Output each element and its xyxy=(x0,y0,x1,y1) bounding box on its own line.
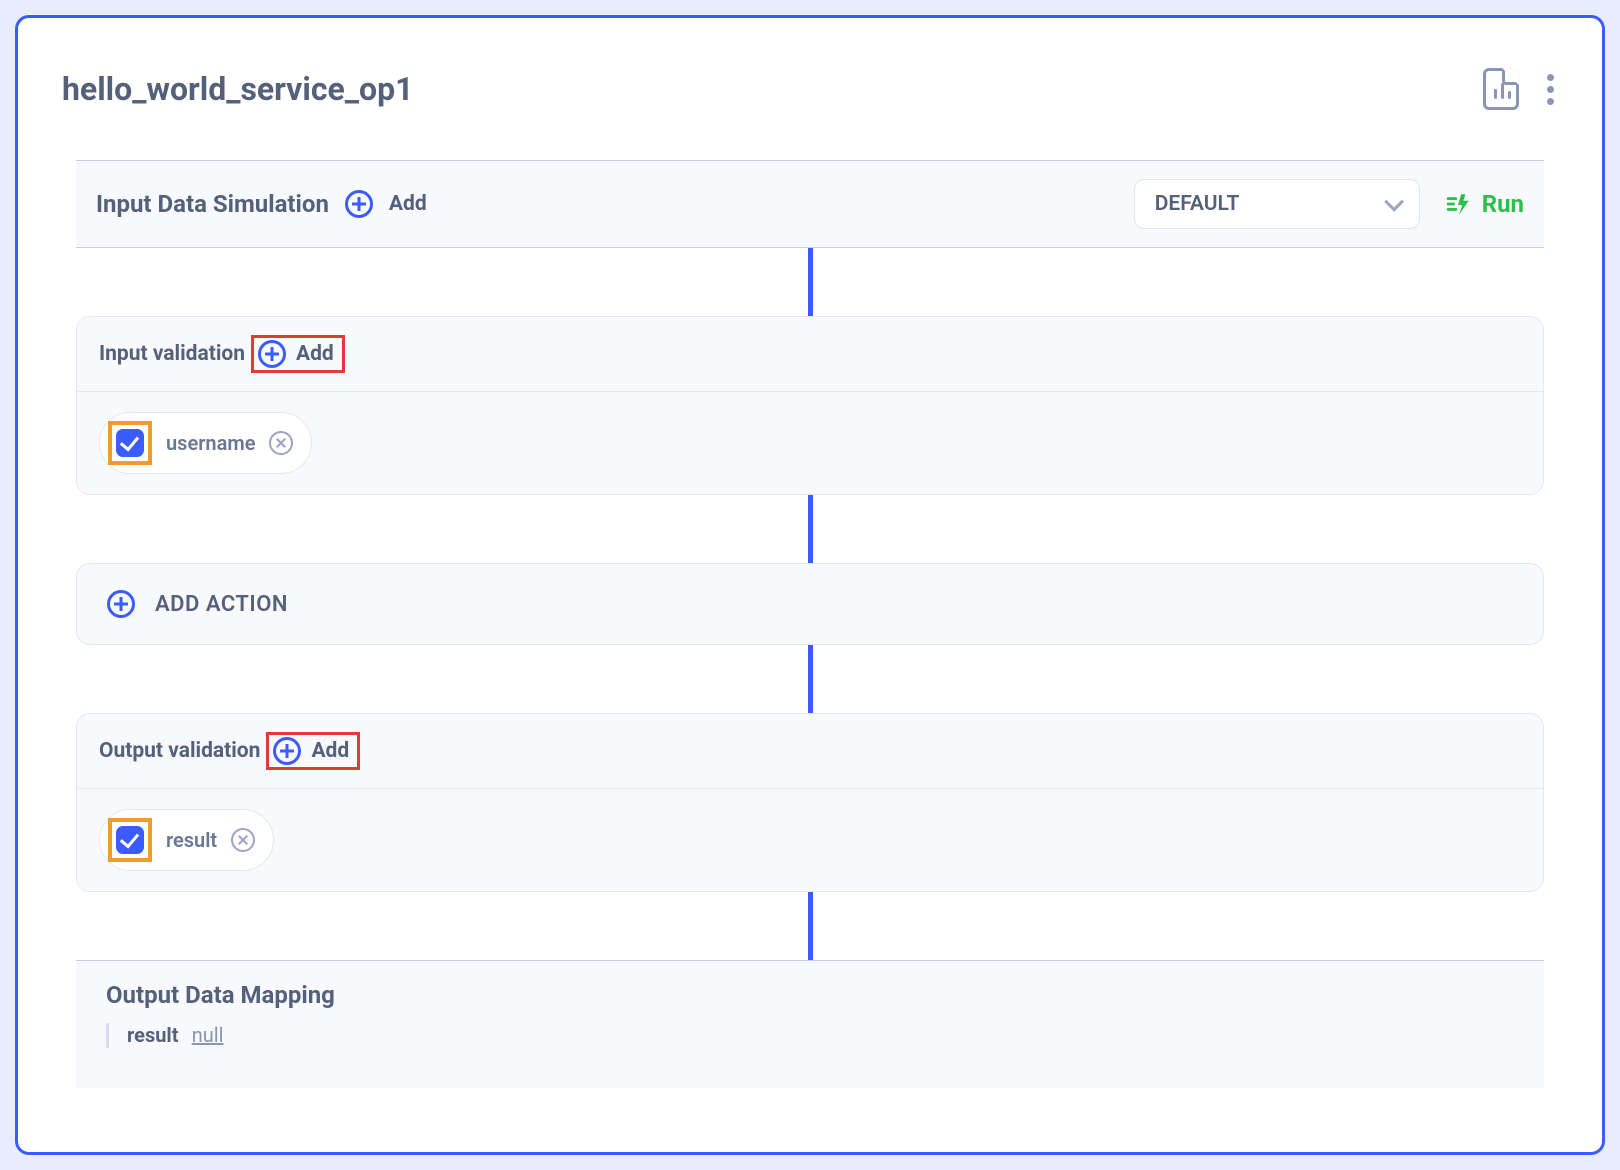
input-validation-header: Input validation Add xyxy=(77,317,1543,392)
kebab-menu-icon[interactable] xyxy=(1543,70,1558,109)
plus-icon xyxy=(107,590,135,618)
output-validation-add-label[interactable]: Add xyxy=(311,739,349,763)
output-mapping-title: Output Data Mapping xyxy=(106,981,1514,1009)
input-validation-body: username xyxy=(77,392,1543,494)
simulation-select[interactable]: DEFAULT xyxy=(1134,179,1420,229)
add-action-label: ADD ACTION xyxy=(155,592,288,617)
run-button[interactable]: Run xyxy=(1446,190,1524,218)
highlight-output-validation-add: Add xyxy=(266,732,360,770)
mapping-value[interactable]: null xyxy=(192,1023,224,1047)
plus-icon[interactable] xyxy=(345,190,373,218)
header-actions xyxy=(1483,68,1558,110)
chip-label: result xyxy=(166,828,217,852)
run-label: Run xyxy=(1482,190,1524,218)
plus-icon[interactable] xyxy=(273,737,301,765)
mapping-key: result xyxy=(127,1023,178,1047)
chip-label: username xyxy=(166,431,255,455)
output-data-mapping: Output Data Mapping result null xyxy=(76,960,1544,1088)
output-validation-card: Output validation Add result xyxy=(76,713,1544,892)
report-icon[interactable] xyxy=(1483,68,1519,110)
chevron-down-icon xyxy=(1384,192,1404,212)
input-validation-title: Input validation xyxy=(99,342,245,366)
header: hello_world_service_op1 xyxy=(58,68,1562,160)
input-validation-add-label[interactable]: Add xyxy=(296,342,334,366)
connector xyxy=(58,645,1562,713)
output-validation-title: Output validation xyxy=(99,739,260,763)
remove-chip-icon[interactable] xyxy=(269,431,293,455)
run-bolt-icon xyxy=(1446,191,1472,217)
output-validation-header: Output validation Add xyxy=(77,714,1543,789)
connector xyxy=(58,495,1562,563)
page-title: hello_world_service_op1 xyxy=(62,70,413,108)
validation-chip-result[interactable]: result xyxy=(99,809,274,871)
input-data-simulation-bar: Input Data Simulation Add DEFAULT Run xyxy=(76,160,1544,248)
service-op-editor: hello_world_service_op1 Input Data Simul… xyxy=(15,15,1605,1155)
simulation-select-value: DEFAULT xyxy=(1155,192,1240,216)
highlight-input-validation-add: Add xyxy=(251,335,345,373)
remove-chip-icon[interactable] xyxy=(231,828,255,852)
highlight-checkbox xyxy=(108,421,152,465)
output-validation-body: result xyxy=(77,789,1543,891)
add-label[interactable]: Add xyxy=(389,192,427,216)
highlight-checkbox xyxy=(108,818,152,862)
validation-chip-username[interactable]: username xyxy=(99,412,312,474)
section-title: Input Data Simulation xyxy=(96,190,329,218)
checkbox-checked-icon[interactable] xyxy=(116,429,144,457)
add-action-button[interactable]: ADD ACTION xyxy=(76,563,1544,645)
connector xyxy=(58,892,1562,960)
mapping-entry: result null xyxy=(106,1023,1514,1048)
input-validation-card: Input validation Add username xyxy=(76,316,1544,495)
plus-icon[interactable] xyxy=(258,340,286,368)
connector xyxy=(58,248,1562,316)
checkbox-checked-icon[interactable] xyxy=(116,826,144,854)
